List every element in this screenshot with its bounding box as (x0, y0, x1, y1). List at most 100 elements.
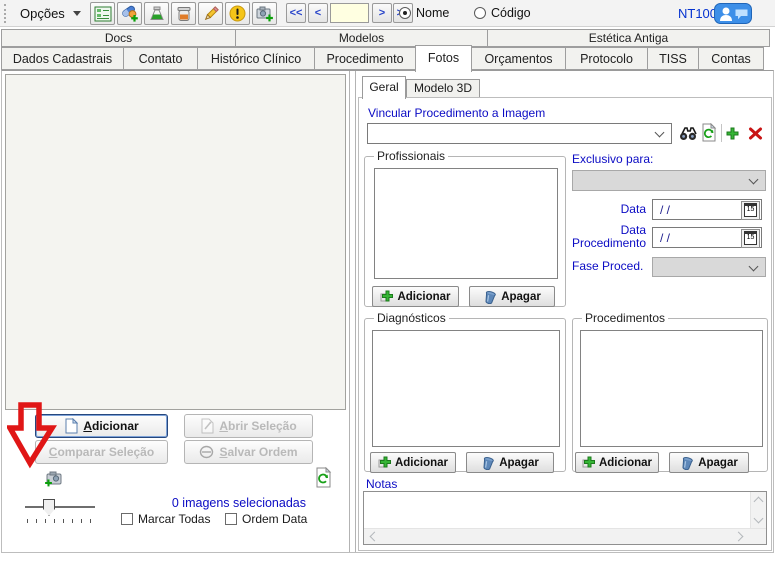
data-label: Data (560, 202, 646, 216)
diagnosticos-title: Diagnósticos (374, 311, 449, 325)
diagnosticos-adicionar-button[interactable]: Adicionar (370, 452, 456, 473)
tab-row-top: Docs Modelos Estética Antiga (2, 29, 770, 47)
add-photo-camera-button[interactable] (44, 469, 63, 490)
calendar-icon: 15 (744, 203, 757, 217)
record-search-input[interactable] (330, 3, 369, 23)
chevron-down-icon (655, 128, 665, 138)
tab-dados-cadastrais[interactable]: Dados Cadastrais (1, 47, 124, 70)
add-procedure-button[interactable] (726, 127, 739, 143)
add-medication-icon (121, 5, 139, 22)
scroll-right-icon[interactable] (734, 532, 744, 542)
plus-icon (378, 456, 391, 469)
exclusivo-combobox[interactable] (572, 170, 766, 191)
data-procedimento-label: Data Procedimento (552, 224, 646, 249)
data-field[interactable]: / / 15 (652, 199, 762, 220)
radio-nome[interactable] (399, 7, 411, 19)
remove-procedure-button[interactable] (748, 127, 763, 143)
chevron-down-icon (73, 11, 81, 16)
add-capture-button[interactable] (252, 2, 277, 25)
trash-icon (680, 456, 694, 470)
abrir-selecao-button[interactable]: Abrir Seleção (184, 414, 313, 438)
procedimentos-apagar-button[interactable]: Apagar (669, 452, 749, 473)
panel-splitter[interactable] (349, 71, 356, 552)
scroll-down-icon[interactable] (754, 514, 764, 524)
nav-prev-button[interactable]: < (308, 3, 328, 23)
notas-textarea[interactable] (363, 491, 767, 545)
vincular-label: Vincular Procedimento a Imagem (368, 106, 545, 120)
diagnosticos-list[interactable] (372, 330, 560, 447)
refresh-list-button[interactable] (315, 467, 332, 491)
specimen-jar-icon (176, 6, 192, 22)
refresh-document-icon (315, 467, 332, 488)
marcar-todas-label: Marcar Todas (138, 512, 210, 526)
procedimentos-title: Procedimentos (582, 311, 668, 325)
patient-chat-button[interactable] (714, 3, 752, 27)
tab-contato[interactable]: Contato (123, 47, 198, 70)
fase-proced-label: Fase Proced. (572, 259, 643, 273)
binoculars-icon (679, 126, 697, 141)
add-capture-icon (255, 5, 274, 22)
edit-pencil-icon (203, 6, 219, 22)
options-menu-button[interactable]: Opções (14, 3, 78, 24)
refresh-procedure-button[interactable] (701, 123, 717, 145)
diagnosticos-apagar-button[interactable]: Apagar (466, 452, 554, 473)
vincular-combobox[interactable] (367, 123, 672, 144)
lab-flask-icon (149, 6, 165, 22)
lab-flask-button[interactable] (144, 2, 169, 25)
profissionais-adicionar-button[interactable]: Adicionar (372, 286, 459, 307)
tab-tiss[interactable]: TISS (647, 47, 699, 70)
specimen-jar-button[interactable] (171, 2, 196, 25)
marcar-todas-checkbox[interactable] (121, 513, 133, 525)
new-page-icon (64, 418, 78, 434)
nav-next-button[interactable]: > (372, 3, 392, 23)
salvar-ordem-button[interactable]: Salvar Ordem (184, 440, 313, 464)
calendar-icon: 15 (744, 231, 757, 245)
nav-first-button[interactable]: << (286, 3, 306, 23)
edit-button[interactable] (198, 2, 223, 25)
tab-geral-selected[interactable]: Geral (362, 76, 406, 99)
calendar-button[interactable]: 15 (741, 201, 760, 220)
open-selection-icon (200, 418, 214, 434)
calendar-button[interactable]: 15 (741, 229, 760, 248)
fase-proced-combobox[interactable] (652, 257, 766, 277)
save-order-icon (199, 445, 214, 459)
tab-protocolo[interactable]: Protocolo (565, 47, 648, 70)
notas-vscrollbar[interactable] (750, 492, 766, 528)
record-form-button[interactable] (90, 2, 115, 25)
toolbar-grip[interactable] (4, 4, 7, 23)
red-x-icon (748, 127, 763, 140)
image-list-area[interactable] (5, 74, 346, 410)
alert-icon (229, 5, 246, 22)
ordem-data-checkbox[interactable] (225, 513, 237, 525)
tab-fotos-selected[interactable]: Fotos (415, 45, 472, 72)
tab-contas[interactable]: Contas (698, 47, 764, 70)
procedimentos-adicionar-button[interactable]: Adicionar (575, 452, 659, 473)
tab-procedimento[interactable]: Procedimento (314, 47, 416, 70)
data-procedimento-field[interactable]: / / 15 (652, 227, 762, 248)
radio-codigo[interactable] (474, 7, 486, 19)
tab-estetica-antiga[interactable]: Estética Antiga (487, 29, 770, 47)
selection-status: 0 imagens selecionadas (150, 496, 306, 510)
refresh-document-icon (701, 123, 717, 142)
data-value: / / (660, 203, 670, 217)
profissionais-apagar-button[interactable]: Apagar (469, 286, 555, 307)
zoom-slider-track[interactable] (25, 506, 95, 508)
radio-nome-label: Nome (416, 6, 449, 20)
scroll-up-icon[interactable] (754, 497, 764, 507)
search-procedure-button[interactable] (679, 126, 697, 144)
profissionais-list[interactable] (374, 168, 558, 279)
tab-modelo-3d[interactable]: Modelo 3D (406, 79, 480, 97)
notas-hscrollbar[interactable] (364, 528, 766, 544)
annotation-arrow-icon (7, 401, 57, 472)
alert-button[interactable] (225, 2, 250, 25)
tab-docs[interactable]: Docs (1, 29, 236, 47)
add-medication-button[interactable] (117, 2, 142, 25)
code-badge: NT100 (678, 6, 717, 21)
tab-historico-clinico[interactable]: Histórico Clínico (197, 47, 315, 70)
toolbar: Opções (0, 0, 775, 27)
scroll-left-icon[interactable] (370, 532, 380, 542)
procedimentos-list[interactable] (580, 330, 763, 447)
radio-codigo-label: Código (491, 6, 531, 20)
chevron-down-icon (749, 262, 759, 272)
tab-orcamentos[interactable]: Orçamentos (471, 47, 566, 70)
